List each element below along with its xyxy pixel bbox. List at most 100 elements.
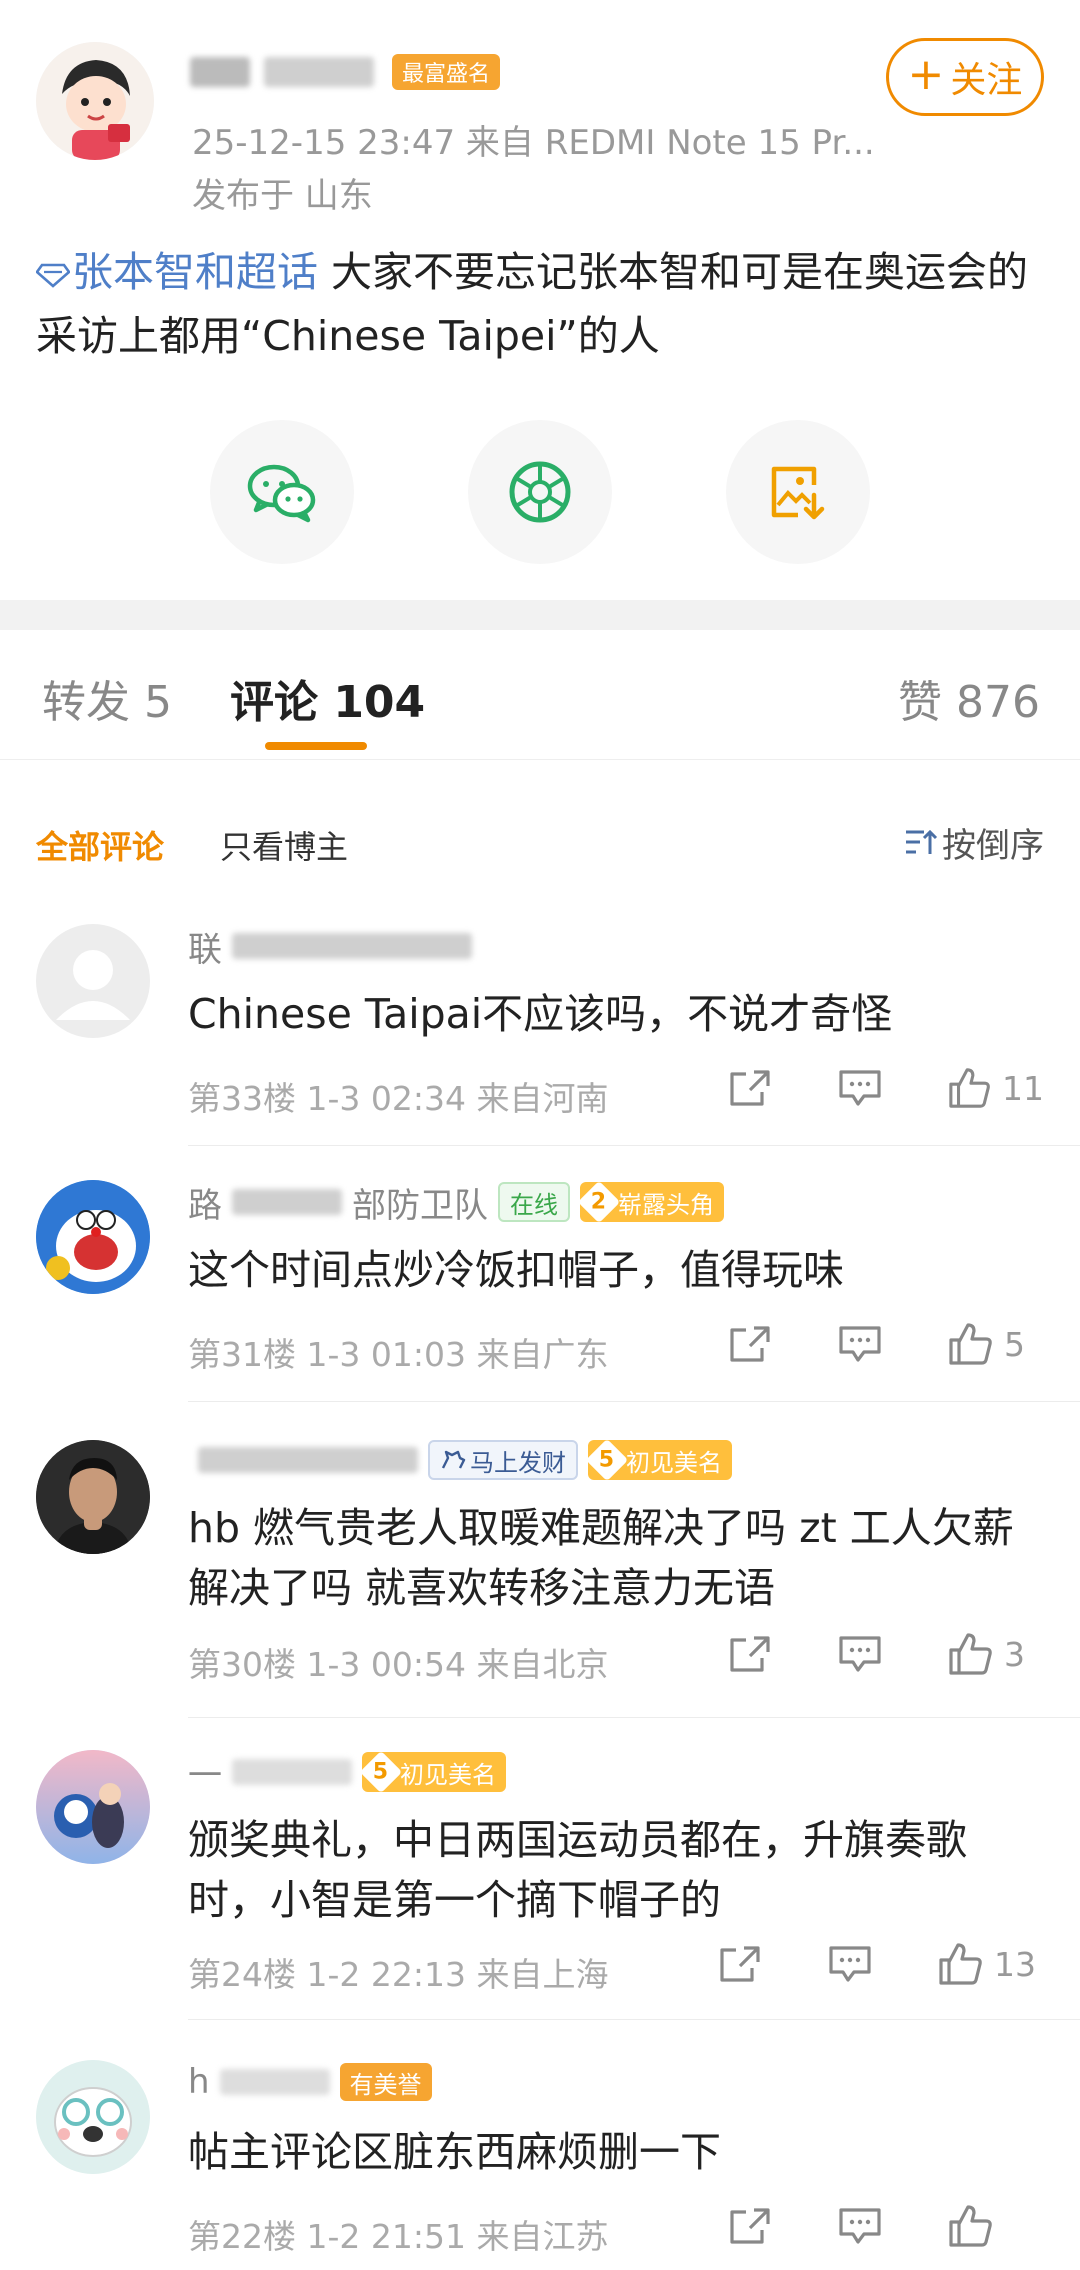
commenter-name: 联 <box>188 929 222 970</box>
commenter-avatar[interactable] <box>36 2060 150 2174</box>
fan-level-badge: 5 初见美名 <box>585 1438 732 1482</box>
comment-icon <box>839 1326 881 1362</box>
plus-icon: + <box>907 49 945 100</box>
online-tag: 在线 <box>498 1182 570 1222</box>
comment-item: 路 部防卫队 在线 2 崭露头角 这个时间点炒冷饭扣帽子，值得玩味 第31楼 1… <box>0 1180 1080 1402</box>
reply-button[interactable] <box>828 1944 938 1984</box>
commenter-avatar[interactable] <box>36 1180 150 1294</box>
comment-filter-row: 全部评论 只看博主 按倒序 <box>0 760 1080 924</box>
filter-all-comments[interactable]: 全部评论 <box>36 822 164 868</box>
commenter-name-tail: 部防卫队 <box>352 1185 488 1226</box>
author-name-redacted-2 <box>264 57 374 87</box>
cartoon-animal-avatar-icon <box>36 2060 150 2174</box>
reply-button[interactable] <box>838 1324 948 1364</box>
thumbs-up-icon <box>949 1068 990 1108</box>
comment-actions: 3 <box>728 1632 1044 1676</box>
filter-owner-only[interactable]: 只看博主 <box>220 822 348 868</box>
author-avatar[interactable] <box>36 42 154 160</box>
commenter-name-row[interactable]: 联 <box>188 924 472 970</box>
share-moments-button[interactable] <box>468 420 612 564</box>
commenter-name-row[interactable]: 一 5 初见美名 <box>188 1750 506 1796</box>
level-number: 5 <box>373 1759 389 1785</box>
comment-item: 一 5 初见美名 颁奖典礼，中日两国运动员都在，升旗奏歌时，小智是第一个摘下帽子… <box>0 1750 1080 2020</box>
name-redacted <box>232 933 472 959</box>
commenter-name-row[interactable]: 马上发财 5 初见美名 <box>188 1438 732 1482</box>
reply-button[interactable] <box>838 1634 948 1674</box>
tab-repost[interactable]: 转发 5 <box>42 666 172 730</box>
topic-link[interactable]: 张本智和超话 <box>36 248 318 296</box>
tab-comments[interactable]: 评论 104 <box>230 666 425 730</box>
comment-item: h 有美誉 帖主评论区脏东西麻烦删一下 第22楼 1-2 21:51 来自江苏 <box>0 2060 1080 2270</box>
comment-actions: 13 <box>718 1942 1044 1986</box>
repost-button[interactable] <box>718 1944 828 1984</box>
supertopic-diamond-icon <box>36 263 70 288</box>
commenter-name-row[interactable]: h 有美誉 <box>188 2060 432 2104</box>
repost-icon <box>730 2208 770 2244</box>
name-redacted <box>232 1189 342 1215</box>
repost-button[interactable] <box>728 1324 838 1364</box>
comment-divider <box>188 1401 1080 1402</box>
like-button[interactable]: 11 <box>948 1066 1044 1110</box>
sort-button[interactable]: 按倒序 <box>904 818 1044 867</box>
like-button[interactable] <box>948 2204 1044 2248</box>
thumbs-up-icon <box>949 1633 992 1675</box>
reply-button[interactable] <box>838 2206 948 2246</box>
horse-icon <box>441 1450 466 1469</box>
section-divider <box>0 600 1080 630</box>
commenter-name: h <box>188 2062 210 2102</box>
wechat-icon <box>247 464 316 523</box>
commenter-name: 一 <box>188 1755 222 1796</box>
tab-likes[interactable]: 赞 876 <box>898 666 1040 730</box>
comment-text: 这个时间点炒冷饭扣帽子，值得玩味 <box>188 1246 844 1294</box>
repost-button[interactable] <box>728 1068 838 1108</box>
repost-icon <box>730 1070 770 1106</box>
like-count: 5 <box>1004 1324 1025 1364</box>
comment-text: Chinese Taipai不应该吗，不说才奇怪 <box>188 990 893 1038</box>
commenter-name: 路 <box>188 1185 222 1226</box>
comment-divider <box>188 2019 1080 2020</box>
author-name-row[interactable]: 最富盛名 <box>190 52 501 92</box>
comment-text: 帖主评论区脏东西麻烦删一下 <box>188 2128 721 2176</box>
thumbs-up-icon <box>949 2205 992 2247</box>
comment-icon <box>829 1946 871 1982</box>
commenter-avatar[interactable] <box>36 1440 150 1554</box>
repost-button[interactable] <box>728 2206 838 2246</box>
comment-divider <box>188 1145 1080 1146</box>
level-number: 2 <box>591 1189 607 1215</box>
doraemon-avatar-icon <box>36 1180 150 1294</box>
comment-actions: 5 <box>728 1322 1044 1366</box>
commenter-avatar[interactable] <box>36 924 150 1038</box>
active-tab-indicator <box>265 742 367 750</box>
fan-level-badge: 5 初见美名 <box>359 1750 506 1794</box>
name-redacted <box>198 1447 418 1473</box>
share-row <box>210 420 870 564</box>
comment-divider <box>188 1717 1080 1718</box>
save-image-button[interactable] <box>726 420 870 564</box>
post-body: 张本智和超话 大家不要忘记张本智和可是在奥运会的采访上都用“Chinese Ta… <box>36 240 1036 368</box>
like-count: 13 <box>994 1944 1036 1984</box>
level-label: 初见美名 <box>626 1448 722 1477</box>
fan-level-badge: 2 崭露头角 <box>577 1180 724 1224</box>
person-photo-avatar-icon <box>36 1440 150 1554</box>
reply-button[interactable] <box>838 1068 948 1108</box>
moments-icon <box>509 461 571 523</box>
like-button[interactable]: 3 <box>948 1632 1044 1676</box>
comment-icon <box>839 1636 881 1672</box>
comment-meta: 第33楼 1-3 02:34 来自河南 <box>188 1079 609 1118</box>
like-button[interactable]: 5 <box>948 1322 1044 1366</box>
repost-button[interactable] <box>728 1634 838 1674</box>
follow-button[interactable]: + 关注 <box>886 38 1044 116</box>
commenter-name-row[interactable]: 路 部防卫队 在线 2 崭露头角 <box>188 1180 724 1226</box>
comment-text: hb 燃气贵老人取暖难题解决了吗 zt 工人欠薪解决了吗 就喜欢转移注意力无语 <box>188 1504 1014 1612</box>
level-label: 初见美名 <box>400 1760 496 1789</box>
tab-bar: 转发 5 评论 104 赞 876 <box>0 630 1080 760</box>
like-button[interactable]: 13 <box>938 1942 1044 1986</box>
follow-label: 关注 <box>950 60 1023 101</box>
name-redacted <box>219 2069 330 2095</box>
name-redacted <box>232 1759 352 1785</box>
share-wechat-button[interactable] <box>210 420 354 564</box>
comment-item: 马上发财 5 初见美名 hb 燃气贵老人取暖难题解决了吗 zt 工人欠薪解决了吗… <box>0 1438 1080 1718</box>
commenter-avatar[interactable] <box>36 1750 150 1864</box>
thumbs-up-icon <box>939 1943 982 1985</box>
repost-icon <box>730 1326 770 1362</box>
